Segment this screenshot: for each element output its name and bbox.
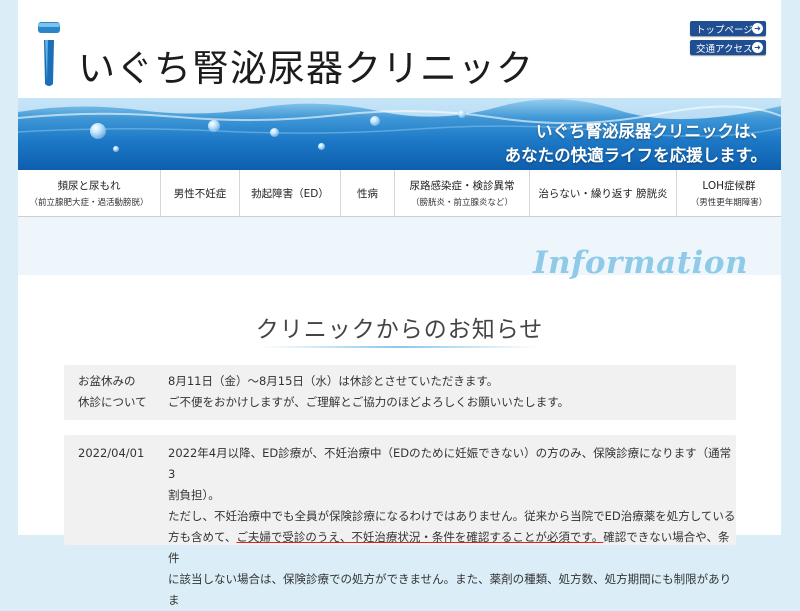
- site-header: いぐち腎泌尿器クリニック トップページ ➜ 交通アクセス ➜: [18, 0, 781, 98]
- nav-item-sublabel: （前立腺肥大症・過活動膀胱）: [29, 198, 149, 208]
- bubble-decoration: [113, 146, 119, 152]
- notice-label-line: 休診について: [78, 395, 147, 409]
- bubble-decoration: [270, 128, 279, 137]
- bubble-decoration: [208, 120, 220, 132]
- notice-line: ご不便をおかけしますが、ご理解とご協力のほどよろしくお願いいたします。: [168, 395, 570, 409]
- clinic-logo-icon[interactable]: [36, 22, 62, 86]
- nav-item-recurring-cystitis[interactable]: 治らない・繰り返す 膀胱炎: [530, 170, 677, 216]
- notice-body: 8月11日（金）～8月15日（水）は休診とさせていただきます。 ご不便をおかけし…: [168, 371, 569, 413]
- hero-banner: いぐち腎泌尿器クリニックは、 あなたの快適ライフを応援します。: [18, 98, 781, 170]
- information-script-heading: Information: [533, 245, 749, 281]
- nav-item-sublabel: （膀胱炎・前立腺炎など）: [410, 198, 513, 208]
- notice-label-line: お盆休みの: [78, 374, 136, 388]
- page: いぐち腎泌尿器クリニック トップページ ➜ 交通アクセス ➜ いぐち腎泌尿器クリ…: [18, 0, 781, 607]
- nav-item-label: LOH症候群: [702, 180, 756, 192]
- arrow-right-icon: ➜: [752, 42, 763, 53]
- nav-item-label: 頻尿と尿もれ: [57, 180, 121, 192]
- notice-line: 8月11日（金）～8月15日（水）は休診とさせていただきます。: [168, 374, 499, 388]
- notice-line: ただし、不妊治療中でも全員が保険診療になるわけではありません。従来から当院でED…: [168, 509, 736, 523]
- banner-slogan: いぐち腎泌尿器クリニックは、 あなたの快適ライフを応援します。: [505, 120, 767, 168]
- notice-line: 2022年4月以降、ED診療が、不妊治療中（EDのために妊娠できない）の方のみ、…: [168, 446, 732, 481]
- bubble-decoration: [458, 110, 466, 118]
- notice-item: 2022/04/01 2022年4月以降、ED診療が、不妊治療中（EDのために妊…: [64, 435, 736, 607]
- nav-item-male-infertility[interactable]: 男性不妊症: [161, 170, 240, 216]
- arrow-right-icon: ➜: [752, 23, 763, 34]
- bubble-decoration: [318, 143, 325, 150]
- notice-line: 割負担）。: [168, 488, 220, 502]
- bubble-decoration: [90, 123, 106, 139]
- banner-line1: いぐち腎泌尿器クリニックは、: [536, 122, 767, 141]
- nav-item-label: 勃起障害（ED）: [251, 187, 329, 200]
- notice-line: 方も含めて、ご夫婦で受診のうえ、不妊治療状況・条件を確認することが必須です。確認…: [168, 527, 736, 569]
- nav-item-label: 男性不妊症: [173, 187, 227, 200]
- nav-item-label: 尿路感染症・検診異常: [409, 180, 515, 192]
- nav-item-frequent-urination[interactable]: 頻尿と尿もれ （前立腺肥大症・過活動膀胱）: [18, 170, 161, 216]
- nav-item-ed[interactable]: 勃起障害（ED）: [240, 170, 341, 216]
- bubble-decoration: [370, 116, 380, 126]
- nav-item-std[interactable]: 性病: [341, 170, 395, 216]
- banner-line2: あなたの快適ライフを応援します。: [504, 146, 767, 165]
- nav-item-label: 性病: [357, 187, 378, 200]
- notice-text: 方も含めて、: [168, 530, 237, 544]
- notice-date: 2022/04/01: [78, 446, 145, 460]
- section-title: クリニックからのお知らせ: [255, 317, 544, 343]
- main-navigation: 頻尿と尿もれ （前立腺肥大症・過活動膀胱） 男性不妊症 勃起障害（ED） 性病 …: [18, 170, 781, 217]
- nav-item-loh[interactable]: LOH症候群 （男性更年期障害）: [677, 170, 781, 216]
- nav-item-label: 治らない・繰り返す 膀胱炎: [538, 187, 668, 200]
- notice-label: お盆休みの 休診について: [78, 371, 147, 413]
- site-title[interactable]: いぐち腎泌尿器クリニック: [78, 38, 534, 92]
- access-label: 交通アクセス: [696, 43, 753, 55]
- nav-item-urinary-infection[interactable]: 尿路感染症・検診異常 （膀胱炎・前立腺炎など）: [395, 170, 530, 216]
- access-button[interactable]: 交通アクセス ➜: [690, 40, 766, 55]
- notice-body: 2022年4月以降、ED診療が、不妊治療中（EDのために妊娠できない）の方のみ、…: [168, 443, 736, 611]
- top-page-button[interactable]: トップページ ➜: [690, 21, 766, 36]
- nav-item-sublabel: （男性更年期障害）: [690, 198, 768, 208]
- notice-emphasis: ご夫婦で受診のうえ、不妊治療状況・条件を確認することが必須です。: [236, 530, 604, 544]
- notice-item: お盆休みの 休診について 8月11日（金）～8月15日（水）は休診とさせていただ…: [64, 365, 736, 420]
- section-title-underline: [259, 346, 539, 348]
- top-page-label: トップページ: [696, 24, 753, 36]
- notice-line: に該当しない場合は、保険診療での処方ができません。また、薬剤の種類、処方数、処方…: [168, 572, 732, 607]
